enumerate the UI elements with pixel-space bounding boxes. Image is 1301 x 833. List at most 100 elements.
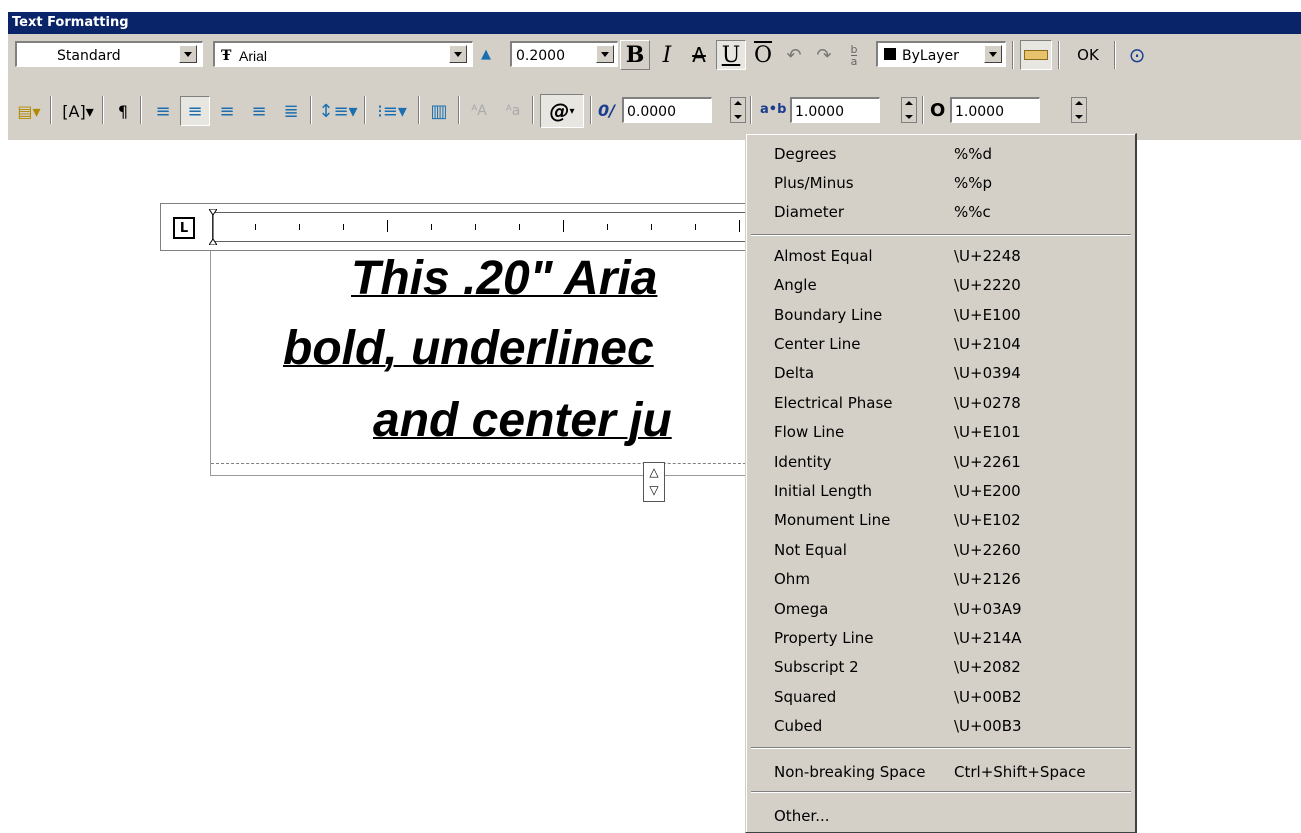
paragraph-icon[interactable]: ¶ <box>108 96 138 126</box>
uppercase-icon[interactable]: [A]▾ <box>56 96 100 126</box>
menu-item-other[interactable]: Other... <box>774 803 1124 829</box>
symbol-menu: Degrees %%d Plus/Minus %%p Diameter %%c … <box>745 133 1137 833</box>
menu-item-flow-line[interactable]: Flow Line \U+E101 <box>774 419 1124 445</box>
tracking-spinner[interactable] <box>901 97 917 123</box>
text-height-dropdown[interactable]: 0.2000 <box>510 41 618 67</box>
width-factor-spinner[interactable] <box>1071 97 1087 123</box>
menu-item-cubed[interactable]: Cubed \U+00B3 <box>774 713 1124 739</box>
menu-item-degrees[interactable]: Degrees %%d <box>774 141 1124 167</box>
text-height-arrow[interactable] <box>596 45 614 63</box>
menu-item-label: Ohm <box>774 570 810 588</box>
redo-icon[interactable]: ↷ <box>810 40 838 70</box>
menu-item-label: Non-breaking Space <box>774 763 926 781</box>
symbol-menu-button[interactable]: @ ▾ <box>540 94 584 128</box>
menu-item-plus-minus[interactable]: Plus/Minus %%p <box>774 170 1124 196</box>
menu-item-code: \U+E102 <box>954 511 1021 529</box>
line-spacing-icon[interactable]: ↕≡▾ <box>316 96 360 126</box>
menu-item-label: Almost Equal <box>774 247 873 265</box>
menu-item-not-equal[interactable]: Not Equal \U+2260 <box>774 537 1124 563</box>
editor-bottom-guide <box>211 463 750 464</box>
strikethrough-button[interactable]: A <box>684 40 714 70</box>
menu-item-code: \U+2248 <box>954 247 1021 265</box>
ruler[interactable]: L <box>160 203 772 251</box>
menu-item-omega[interactable]: Omega \U+03A9 <box>774 596 1124 622</box>
menu-item-delta[interactable]: Delta \U+0394 <box>774 360 1124 386</box>
menu-item-code: \U+214A <box>954 629 1022 647</box>
style-dropdown[interactable]: Standard <box>15 41 203 67</box>
distribute-icon[interactable]: ≣ <box>276 96 306 126</box>
menu-item-label: Omega <box>774 600 829 618</box>
oblique-angle-value: 0.0000 <box>627 104 676 120</box>
menu-item-ohm[interactable]: Ohm \U+2126 <box>774 566 1124 592</box>
align-right-icon[interactable]: ≡ <box>212 96 242 126</box>
menu-item-label: Angle <box>774 276 817 294</box>
menu-separator <box>751 791 1131 793</box>
menu-item-code: \U+00B3 <box>954 717 1022 735</box>
oblique-angle-spinner[interactable] <box>730 97 746 123</box>
text-height-value: 0.2000 <box>516 48 565 64</box>
tracking-field[interactable]: 1.0000 <box>790 97 880 123</box>
menu-separator <box>751 234 1131 236</box>
stack-button[interactable]: b a <box>840 40 868 70</box>
bold-button[interactable]: B <box>620 40 650 70</box>
menu-item-label: Cubed <box>774 717 823 735</box>
menu-item-initial-length[interactable]: Initial Length \U+E200 <box>774 478 1124 504</box>
menu-item-identity[interactable]: Identity \U+2261 <box>774 449 1124 475</box>
insert-field-button-icon[interactable]: ▥ <box>424 96 454 126</box>
tab-type-icon[interactable]: L <box>173 217 195 239</box>
numbering-icon[interactable]: ⁝≡▾ <box>370 96 414 126</box>
ruler-icon <box>1024 50 1048 60</box>
ok-button[interactable]: OK <box>1068 40 1108 70</box>
font-dropdown-arrow[interactable] <box>449 45 467 63</box>
undo-icon[interactable]: ↶ <box>780 40 808 70</box>
font-dropdown[interactable]: Ŧ Arial <box>213 41 473 67</box>
menu-item-label: Monument Line <box>774 511 891 529</box>
menu-item-code: \U+2126 <box>954 570 1021 588</box>
options-icon[interactable]: ⊙ <box>1122 40 1152 70</box>
oblique-angle-field[interactable]: 0.0000 <box>622 97 712 123</box>
menu-item-label: Delta <box>774 364 815 382</box>
chevron-down-icon: ▾ <box>569 105 575 117</box>
width-factor-value: 1.0000 <box>955 104 1004 120</box>
justify-icon[interactable]: ≡ <box>244 96 274 126</box>
menu-item-electrical-phase[interactable]: Electrical Phase \U+0278 <box>774 390 1124 416</box>
menu-item-almost-equal[interactable]: Almost Equal \U+2248 <box>774 243 1124 269</box>
separator <box>140 96 142 124</box>
annotative-icon[interactable]: ▲ <box>474 42 498 66</box>
menu-item-center-line[interactable]: Center Line \U+2104 <box>774 331 1124 357</box>
menu-item-subscript-2[interactable]: Subscript 2 \U+2082 <box>774 654 1124 680</box>
tracking-icon: a•b <box>760 102 787 117</box>
text-editor-area[interactable]: This .20" Aria bold, underlinec and cent… <box>210 251 750 476</box>
align-left-icon[interactable]: ≡ <box>148 96 178 126</box>
menu-item-squared[interactable]: Squared \U+00B2 <box>774 684 1124 710</box>
indent-marker-icon[interactable] <box>209 209 217 245</box>
menu-item-label: Not Equal <box>774 541 847 559</box>
color-dropdown-arrow[interactable] <box>984 45 1002 63</box>
style-dropdown-arrow[interactable] <box>179 45 197 63</box>
menu-item-boundary-line[interactable]: Boundary Line \U+E100 <box>774 302 1124 328</box>
menu-item-monument-line[interactable]: Monument Line \U+E102 <box>774 507 1124 533</box>
italic-button[interactable]: I <box>652 40 682 70</box>
align-center-icon[interactable]: ≡ <box>180 96 210 126</box>
menu-item-angle[interactable]: Angle \U+2220 <box>774 272 1124 298</box>
text-formatting-toolbar: Text Formatting Standard Ŧ Arial ▲ 0.200… <box>8 12 1301 140</box>
overline-button[interactable]: O <box>748 40 778 70</box>
stack-top-label: b <box>850 42 858 56</box>
menu-item-label: Subscript 2 <box>774 658 859 676</box>
insert-field-icon[interactable]: ▤▾ <box>10 96 48 126</box>
menu-item-non-breaking-space[interactable]: Non-breaking Space Ctrl+Shift+Space <box>774 759 1124 785</box>
menu-item-property-line[interactable]: Property Line \U+214A <box>774 625 1124 651</box>
title-bar[interactable]: Text Formatting <box>8 12 1301 34</box>
width-factor-field[interactable]: 1.0000 <box>950 97 1040 123</box>
editor-line-1: This .20" Aria <box>351 252 658 305</box>
stack-bottom-label: a <box>850 54 858 68</box>
separator <box>532 96 534 124</box>
separator <box>1012 41 1014 69</box>
menu-item-code: \U+0278 <box>954 394 1021 412</box>
color-dropdown[interactable]: ByLayer <box>876 41 1006 67</box>
ruler-scale[interactable] <box>212 212 772 242</box>
underline-button[interactable]: U <box>716 40 746 70</box>
ruler-toggle-button[interactable] <box>1020 40 1052 70</box>
resize-handle-icon[interactable]: △ ▽ <box>643 462 665 502</box>
menu-item-diameter[interactable]: Diameter %%c <box>774 199 1124 225</box>
